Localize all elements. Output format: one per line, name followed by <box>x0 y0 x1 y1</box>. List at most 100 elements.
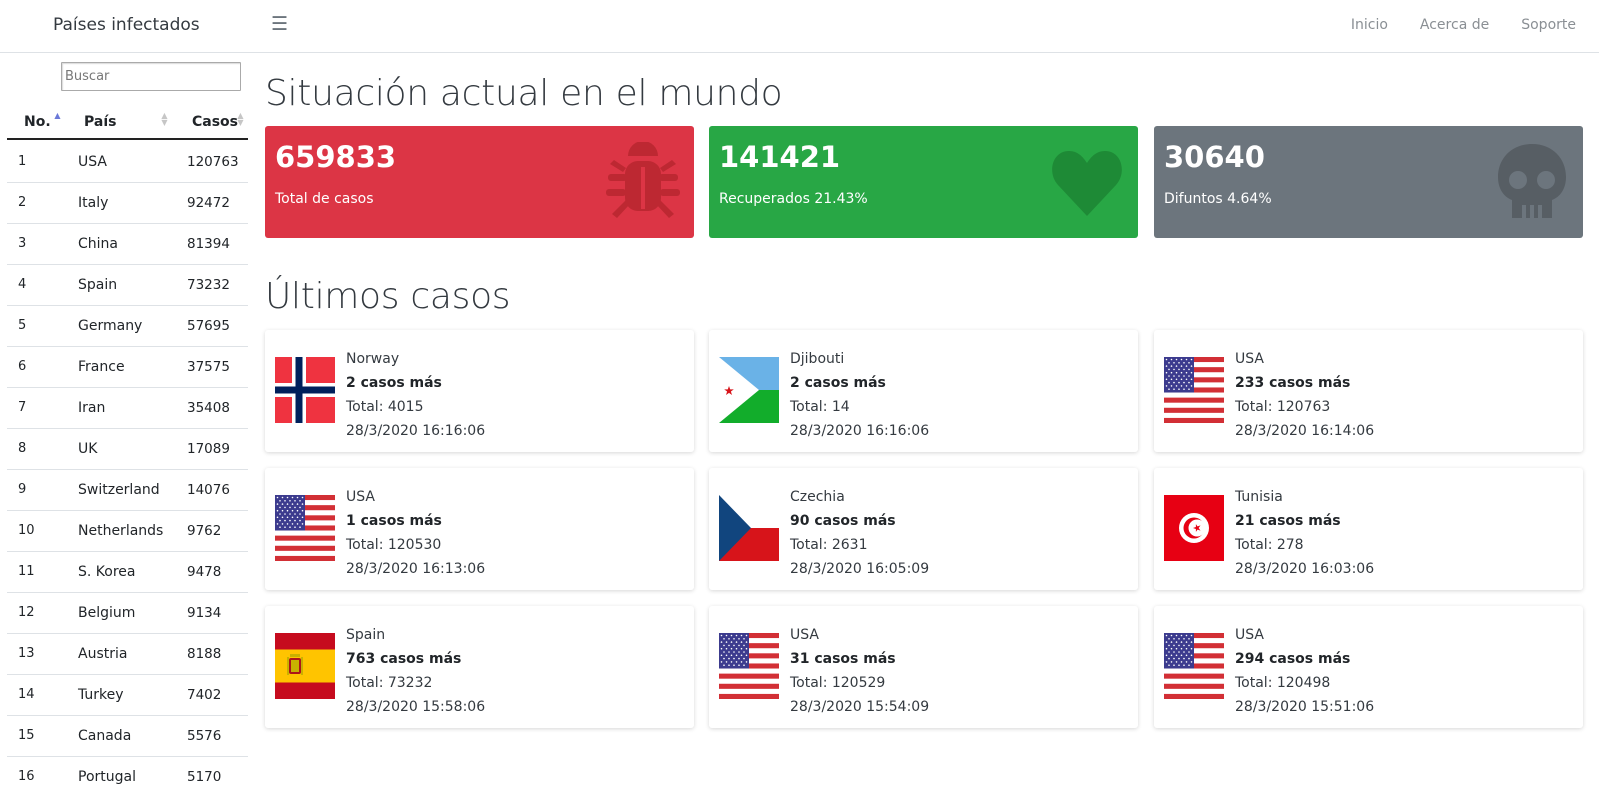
case-increase: 31 casos más <box>790 651 896 667</box>
column-header-casos[interactable]: Casos <box>192 114 238 130</box>
table-row[interactable]: 2 Italy 92472 <box>7 183 248 224</box>
row-country: Switzerland <box>78 482 160 498</box>
nav-link-acerca-de[interactable]: Acerca de <box>1420 17 1489 33</box>
row-country: Austria <box>78 646 128 662</box>
row-country: Netherlands <box>78 523 164 539</box>
total-cases-label: Total de casos <box>275 191 374 207</box>
case-country: USA <box>346 489 375 505</box>
row-cases: 37575 <box>187 359 230 375</box>
row-cases: 92472 <box>187 195 230 211</box>
case-details: USA 31 casos más Total: 120529 28/3/2020 15… <box>790 623 929 719</box>
row-cases: 8188 <box>187 646 222 662</box>
sort-asc-icon[interactable]: ▲ <box>53 112 62 120</box>
row-cases: 9762 <box>187 523 222 539</box>
row-cases: 81394 <box>187 236 230 252</box>
row-country: Italy <box>78 195 109 211</box>
spain-flag-icon <box>275 633 335 699</box>
case-total: Total: 278 <box>1235 537 1304 553</box>
table-row[interactable]: 6 France 37575 <box>7 347 248 388</box>
nav-link-inicio[interactable]: Inicio <box>1351 17 1388 33</box>
latest-case-card[interactable]: USA 294 casos más Total: 120498 28/3/2020 1… <box>1154 606 1583 728</box>
recovered-value: 141421 <box>719 140 841 174</box>
table-row[interactable]: 13 Austria 8188 <box>7 634 248 675</box>
case-timestamp: 28/3/2020 16:03:06 <box>1235 561 1375 577</box>
table-row[interactable]: 10 Netherlands 9762 <box>7 511 248 552</box>
row-number: 4 <box>18 277 27 292</box>
case-total: Total: 73232 <box>346 675 433 691</box>
table-row[interactable]: 4 Spain 73232 <box>7 265 248 306</box>
total-cases-value: 659833 <box>275 140 397 174</box>
case-increase: 2 casos más <box>346 375 442 391</box>
case-increase: 21 casos más <box>1235 513 1341 529</box>
norway-flag-icon <box>275 357 335 423</box>
case-total: Total: 120529 <box>790 675 886 691</box>
row-country: UK <box>78 441 98 457</box>
case-increase: 294 casos más <box>1235 651 1351 667</box>
row-cases: 5170 <box>187 769 222 785</box>
row-number: 7 <box>18 400 27 415</box>
hamburger-icon[interactable]: ☰ <box>271 13 288 35</box>
row-cases: 7402 <box>187 687 222 703</box>
table-row[interactable]: 8 UK 17089 <box>7 429 248 470</box>
bug-icon <box>606 142 680 218</box>
row-cases: 14076 <box>187 482 230 498</box>
table-row[interactable]: 5 Germany 57695 <box>7 306 248 347</box>
latest-case-card[interactable]: Spain 763 casos más Total: 73232 28/3/2020 … <box>265 606 694 728</box>
case-total: Total: 2631 <box>790 537 868 553</box>
latest-case-card[interactable]: USA 233 casos más Total: 120763 28/3/2020 1… <box>1154 330 1583 452</box>
table-row[interactable]: 3 China 81394 <box>7 224 248 265</box>
row-country: France <box>78 359 125 375</box>
nav-links: Inicio Acerca de Soporte <box>1351 17 1576 33</box>
case-country: Tunisia <box>1235 489 1283 505</box>
case-increase: 1 casos más <box>346 513 442 529</box>
case-country: USA <box>1235 627 1264 643</box>
latest-case-card[interactable]: USA 1 casos más Total: 120530 28/3/2020 16:… <box>265 468 694 590</box>
latest-case-card[interactable]: Djibouti 2 casos más Total: 14 28/3/2020 16… <box>709 330 1138 452</box>
case-country: Spain <box>346 627 386 643</box>
latest-case-card[interactable]: Norway 2 casos más Total: 4015 28/3/2020 16… <box>265 330 694 452</box>
row-number: 10 <box>18 523 35 538</box>
recovered-card: 141421 Recuperados 21.43% <box>709 126 1138 238</box>
table-row[interactable]: 7 Iran 35408 <box>7 388 248 429</box>
table-row[interactable]: 9 Switzerland 14076 <box>7 470 248 511</box>
case-total: Total: 120763 <box>1235 399 1331 415</box>
table-row[interactable]: 11 S. Korea 9478 <box>7 552 248 593</box>
table-row[interactable]: 1 USA 120763 <box>7 142 248 183</box>
row-number: 1 <box>18 154 27 169</box>
sort-both-icon[interactable]: ▲ ▼ <box>236 112 245 127</box>
row-country: USA <box>78 154 107 170</box>
table-row[interactable]: 16 Portugal 5170 <box>7 757 248 793</box>
row-number: 13 <box>18 646 35 661</box>
row-number: 12 <box>18 605 35 620</box>
case-total: Total: 120530 <box>346 537 442 553</box>
case-timestamp: 28/3/2020 16:14:06 <box>1235 423 1375 439</box>
total-cases-card: 659833 Total de casos <box>265 126 694 238</box>
djibouti-flag-icon <box>719 357 779 423</box>
table-row[interactable]: 15 Canada 5576 <box>7 716 248 757</box>
case-total: Total: 120498 <box>1235 675 1331 691</box>
brand-title[interactable]: Países infectados <box>53 15 200 35</box>
column-header-pais[interactable]: País <box>84 114 116 130</box>
row-cases: 17089 <box>187 441 230 457</box>
nav-link-soporte[interactable]: Soporte <box>1521 17 1576 33</box>
case-timestamp: 28/3/2020 16:05:09 <box>790 561 930 577</box>
latest-case-card[interactable]: Tunisia 21 casos más Total: 278 28/3/2020 1… <box>1154 468 1583 590</box>
case-details: USA 294 casos más Total: 120498 28/3/2020 1… <box>1235 623 1374 719</box>
case-details: USA 1 casos más Total: 120530 28/3/2020 16:… <box>346 485 485 581</box>
row-cases: 120763 <box>187 154 239 170</box>
latest-case-card[interactable]: USA 31 casos más Total: 120529 28/3/2020 15… <box>709 606 1138 728</box>
row-country: Belgium <box>78 605 136 621</box>
table-row[interactable]: 12 Belgium 9134 <box>7 593 248 634</box>
deaths-card: 30640 Difuntos 4.64% <box>1154 126 1583 238</box>
page-title: Situación actual en el mundo <box>265 73 783 114</box>
case-details: Tunisia 21 casos más Total: 278 28/3/2020 1… <box>1235 485 1374 581</box>
row-country: China <box>78 236 118 252</box>
case-timestamp: 28/3/2020 15:58:06 <box>346 699 486 715</box>
column-header-no[interactable]: No. <box>24 114 51 130</box>
table-row[interactable]: 14 Turkey 7402 <box>7 675 248 716</box>
case-total: Total: 4015 <box>346 399 424 415</box>
case-country: Norway <box>346 351 400 367</box>
search-input[interactable] <box>61 62 241 91</box>
latest-case-card[interactable]: Czechia 90 casos más Total: 2631 28/3/2020 … <box>709 468 1138 590</box>
sort-both-icon[interactable]: ▲ ▼ <box>160 112 169 127</box>
